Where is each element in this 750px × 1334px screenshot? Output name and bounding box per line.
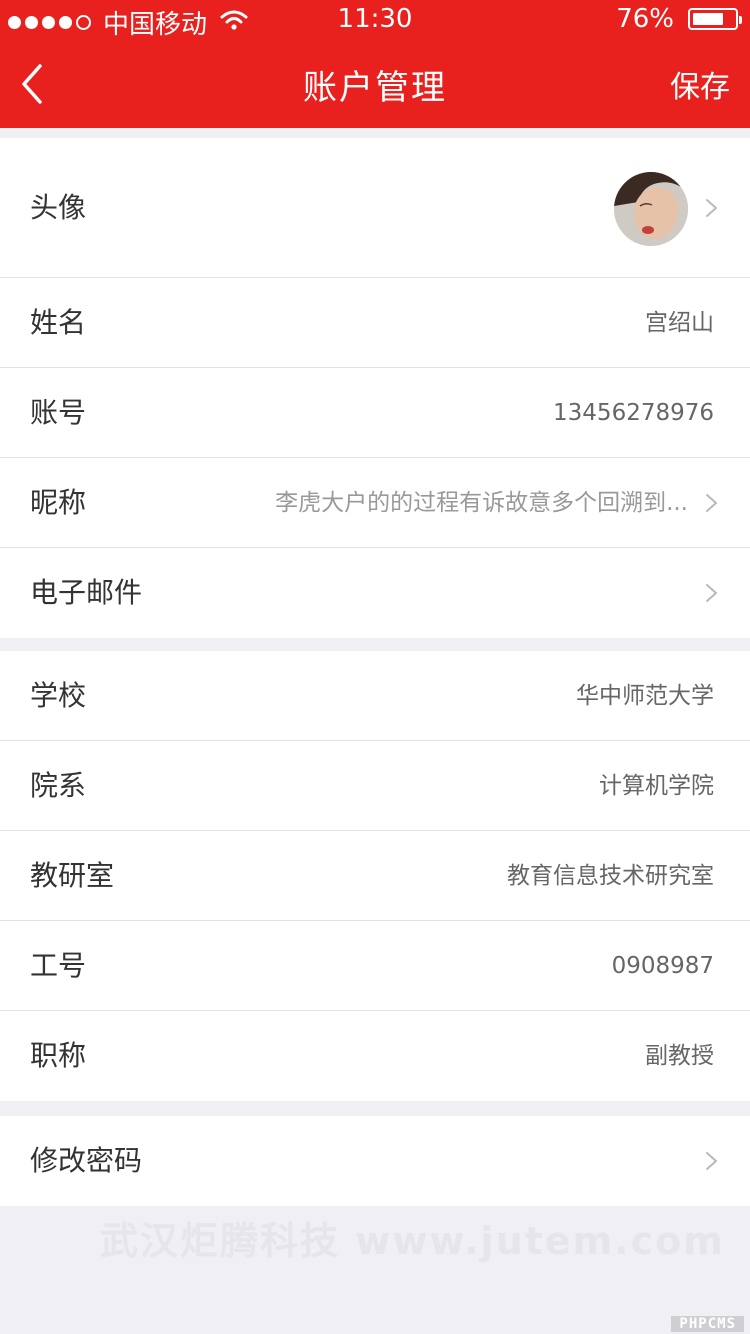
security-section: 修改密码 [0,1116,750,1206]
name-value: 宫绍山 [645,310,714,336]
battery-percent: 76% [616,4,674,34]
email-row[interactable]: 电子邮件 [0,548,750,638]
staff-id-row: 工号 0908987 [0,921,750,1011]
account-label: 账号 [30,396,87,429]
avatar-row[interactable]: 头像 [0,138,750,278]
school-value: 华中师范大学 [576,683,714,709]
chevron-left-icon [22,64,42,104]
department-label: 院系 [30,769,87,802]
name-label: 姓名 [30,306,87,339]
chevron-right-icon [706,199,717,217]
change-password-label: 修改密码 [30,1144,143,1177]
save-button[interactable]: 保存 [670,62,730,106]
chevron-right-icon [706,584,717,602]
battery-fill [693,13,724,25]
office-row: 教研室 教育信息技术研究室 [0,831,750,921]
school-row: 学校 华中师范大学 [0,651,750,741]
chevron-right-icon [706,494,717,512]
avatar-label: 头像 [30,191,87,224]
title-value: 副教授 [645,1043,714,1069]
back-button[interactable] [10,54,70,114]
watermark-text: 武汉炬腾科技 www.jutem.com [100,1219,725,1263]
account-row: 账号 13456278976 [0,368,750,458]
work-section: 学校 华中师范大学 院系 计算机学院 教研室 教育信息技术研究室 工号 0908… [0,651,750,1101]
nickname-row[interactable]: 昵称 李虎大户的的过程有诉故意多个回溯到... [0,458,750,548]
navigation-bar: 账户管理 保存 [0,40,750,128]
staff-id-label: 工号 [30,949,87,982]
corner-logo: PHPCMS [671,1316,744,1332]
chevron-right-icon [706,1152,717,1170]
title-label: 职称 [30,1039,87,1072]
title-row: 职称 副教授 [0,1011,750,1101]
account-value: 13456278976 [553,400,714,426]
status-bar: 中国移动 11:30 76% [0,0,750,40]
avatar [614,172,688,246]
battery-icon [688,8,742,30]
office-label: 教研室 [30,859,115,892]
nickname-label: 昵称 [30,486,87,519]
nickname-value: 李虎大户的的过程有诉故意多个回溯到... [275,490,688,516]
staff-id-value: 0908987 [611,953,714,979]
page-title: 账户管理 [303,68,447,108]
email-label: 电子邮件 [30,576,143,609]
change-password-row[interactable]: 修改密码 [0,1116,750,1206]
name-row: 姓名 宫绍山 [0,278,750,368]
school-label: 学校 [30,679,87,712]
department-row: 院系 计算机学院 [0,741,750,831]
status-right: 76% [616,4,742,34]
profile-section: 头像 姓名 宫绍山 账号 13456278976 昵称 李虎大户的的过程有诉故意… [0,138,750,638]
office-value: 教育信息技术研究室 [507,863,714,889]
department-value: 计算机学院 [599,773,714,799]
battery-tip [739,16,742,24]
